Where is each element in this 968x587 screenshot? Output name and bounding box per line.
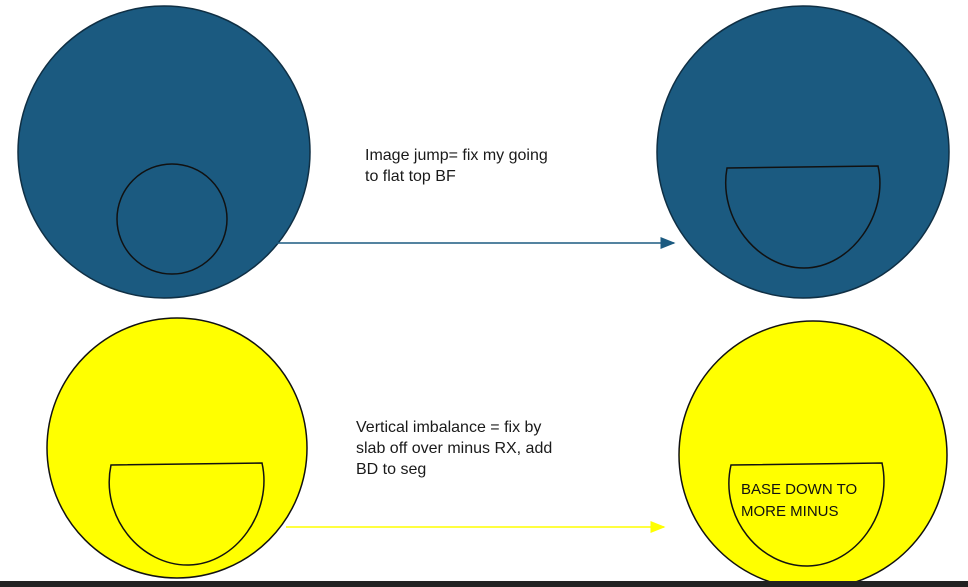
image-jump-note: Image jump= fix my going to flat top BF	[365, 147, 548, 185]
bottom-border	[0, 581, 968, 587]
base-down-label: BASE DOWN TO MORE MINUS	[741, 481, 858, 520]
vertical-imbalance-note: Vertical imbalance = fix by slab off ove…	[356, 419, 553, 478]
round-segment	[116, 163, 228, 275]
